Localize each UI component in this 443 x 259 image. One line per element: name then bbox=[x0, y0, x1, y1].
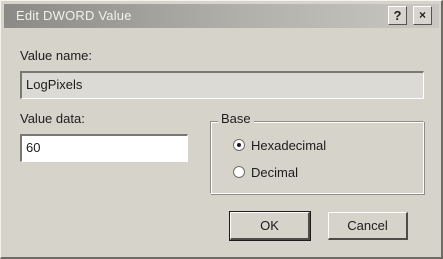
base-groupbox bbox=[210, 121, 424, 194]
value-name-label: Value name: bbox=[20, 48, 93, 63]
base-group-label: Base bbox=[218, 111, 254, 126]
hexadecimal-label: Hexadecimal bbox=[251, 137, 327, 153]
decimal-option[interactable]: Decimal bbox=[233, 163, 298, 181]
close-icon: × bbox=[418, 8, 426, 22]
dialog-title: Edit DWORD Value bbox=[16, 8, 132, 23]
decimal-label: Decimal bbox=[251, 164, 298, 180]
edit-dword-dialog: Edit DWORD Value ? × Value name: LogPixe… bbox=[0, 0, 443, 259]
decimal-radio[interactable] bbox=[233, 166, 245, 178]
value-data-field[interactable]: 60 bbox=[20, 134, 188, 162]
value-data-label: Value data: bbox=[20, 111, 85, 126]
title-bar: Edit DWORD Value ? × bbox=[4, 4, 439, 28]
ok-button[interactable]: OK bbox=[229, 211, 311, 241]
close-button[interactable]: × bbox=[413, 6, 432, 25]
value-name-field[interactable]: LogPixels bbox=[20, 71, 424, 99]
help-button[interactable]: ? bbox=[388, 6, 407, 25]
cancel-button[interactable]: Cancel bbox=[328, 212, 408, 240]
hexadecimal-option[interactable]: Hexadecimal bbox=[233, 136, 326, 154]
help-icon: ? bbox=[393, 8, 402, 23]
hexadecimal-radio[interactable] bbox=[233, 139, 245, 151]
